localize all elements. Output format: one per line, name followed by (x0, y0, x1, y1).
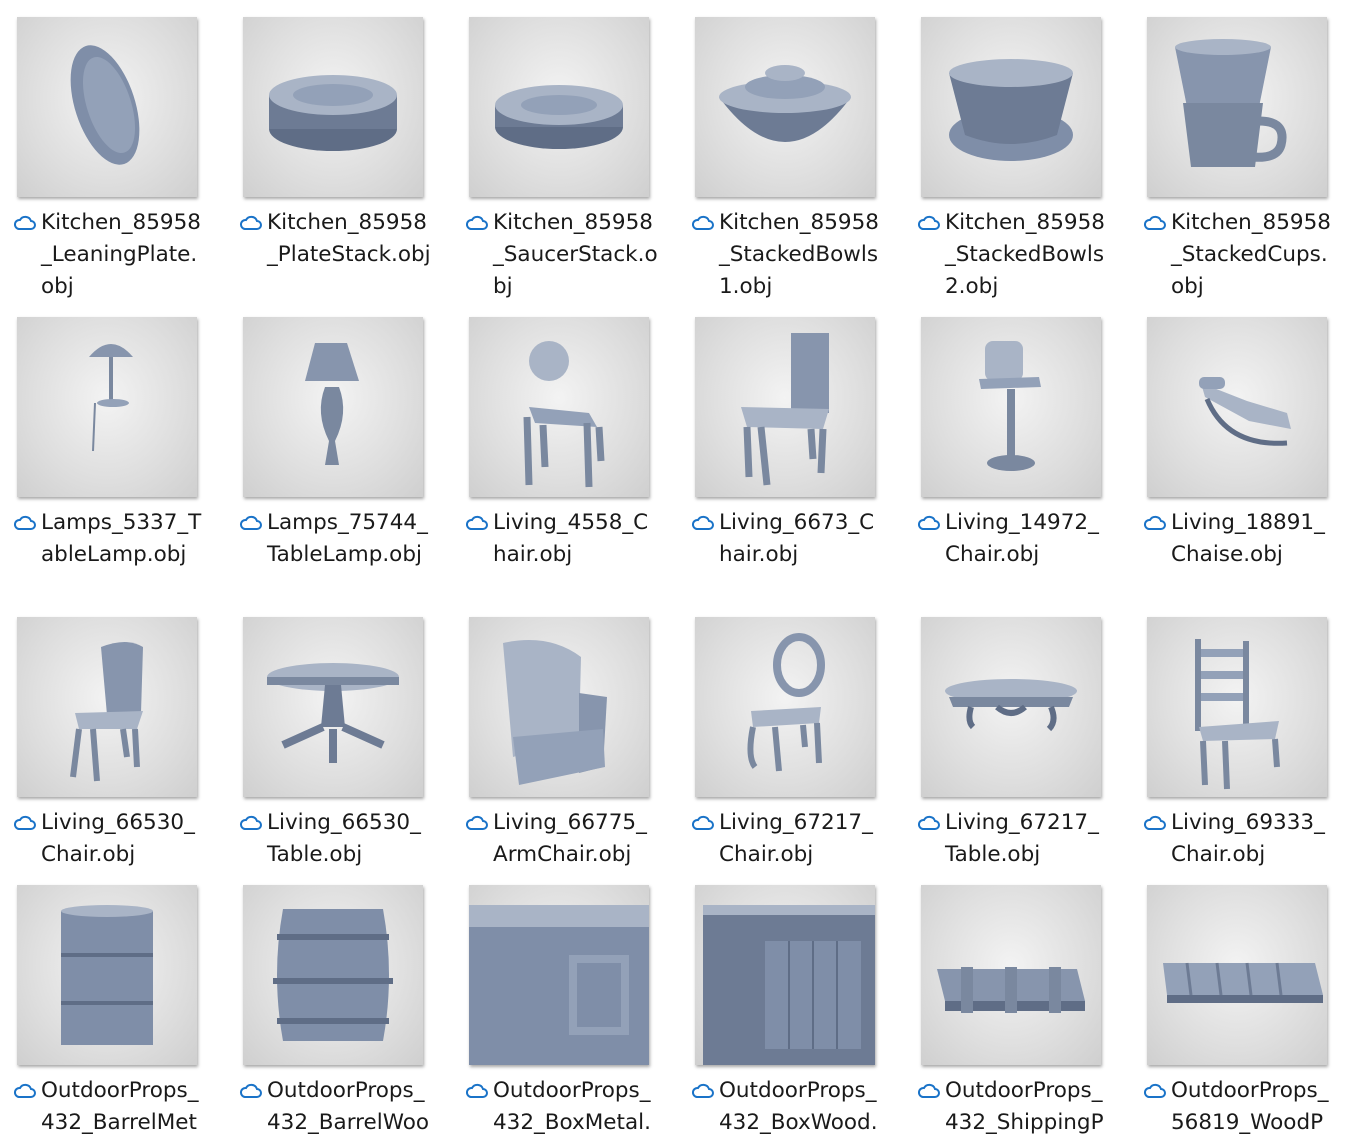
cloud-icon (1143, 1083, 1166, 1098)
thumbnail-balloon-chair (695, 617, 875, 797)
cloud-icon (13, 515, 36, 530)
cloud-icon (239, 515, 262, 530)
file-name: Living_67217_Table.obj (945, 810, 1099, 867)
cloud-icon (13, 215, 36, 230)
cloud-icon (917, 215, 940, 230)
file-name: Living_18891_Chaise.obj (1171, 510, 1325, 567)
cloud-icon (13, 815, 36, 830)
thumbnail-chair (469, 317, 649, 497)
thumbnail-armchair (469, 617, 649, 797)
thumbnail-box-wood (695, 885, 875, 1065)
file-name: OutdoorProps_56819_WoodP (1171, 1078, 1329, 1135)
thumbnail-round-table (243, 617, 423, 797)
file-name: Kitchen_85958_LeaningPlate.obj (41, 210, 201, 299)
file-name: OutdoorProps_432_BoxMetal. (493, 1078, 651, 1135)
thumbnail-bar-stool (921, 317, 1101, 497)
thumbnail-ladder-chair (1147, 617, 1327, 797)
thumbnail-leaning-plate (17, 17, 197, 197)
cloud-icon (465, 215, 488, 230)
file-name: Living_14972_Chair.obj (945, 510, 1099, 567)
file-name: OutdoorProps_432_ShippingP (945, 1078, 1104, 1135)
cloud-icon (239, 815, 262, 830)
file-name: Living_66530_Table.obj (267, 810, 421, 867)
file-name: Kitchen_85958_SaucerStack.obj (493, 210, 658, 299)
thumbnail-chaise (1147, 317, 1327, 497)
cloud-icon (465, 815, 488, 830)
cloud-icon (917, 515, 940, 530)
cloud-icon (1143, 515, 1166, 530)
file-name: Kitchen_85958_PlateStack.obj (267, 210, 431, 267)
cloud-icon (239, 1083, 262, 1098)
thumbnail-barrel-metal (17, 885, 197, 1065)
thumbnail-wood-pallet (1147, 885, 1327, 1065)
cloud-icon (691, 215, 714, 230)
file-name: Living_66775_ArmChair.obj (493, 810, 647, 867)
cloud-icon (691, 1083, 714, 1098)
cloud-icon (691, 815, 714, 830)
thumbnail-chair-2 (695, 317, 875, 497)
thumbnail-barrel-wood (243, 885, 423, 1065)
file-name: OutdoorProps_432_BoxWood. (719, 1078, 878, 1135)
thumbnail-box-metal (469, 885, 649, 1065)
file-explorer-grid: { "colors": {"cloud_icon": "#1a73c8", "m… (0, 0, 1350, 1135)
thumbnail-table-lamp (17, 317, 197, 497)
file-name: Lamps_5337_TableLamp.obj (41, 510, 202, 567)
file-name: Living_67217_Chair.obj (719, 810, 873, 867)
file-name: Living_69333_Chair.obj (1171, 810, 1325, 867)
cloud-icon (917, 1083, 940, 1098)
thumbnail-table-lamp-2 (243, 317, 423, 497)
cloud-icon (1143, 815, 1166, 830)
cloud-icon (917, 815, 940, 830)
file-name: OutdoorProps_432_BarrelMet (41, 1078, 199, 1135)
file-name: Living_66530_Chair.obj (41, 810, 195, 867)
file-name: Kitchen_85958_StackedBowls1.obj (719, 210, 879, 299)
cloud-icon (1143, 215, 1166, 230)
cloud-icon (13, 1083, 36, 1098)
cloud-icon (465, 515, 488, 530)
file-name: Living_6673_Chair.obj (719, 510, 875, 567)
thumbnail-windsor-chair (17, 617, 197, 797)
thumbnail-plate-stack (243, 17, 423, 197)
thumbnail-shipping-pallet (921, 885, 1101, 1065)
file-name: Living_4558_Chair.obj (493, 510, 649, 567)
file-name: Kitchen_85958_StackedBowls2.obj (945, 210, 1105, 299)
thumbnail-saucer-stack (469, 17, 649, 197)
cloud-icon (239, 215, 262, 230)
file-name: Kitchen_85958_StackedCups.obj (1171, 210, 1331, 299)
thumbnail-stacked-bowls-1 (695, 17, 875, 197)
cloud-icon (691, 515, 714, 530)
thumbnail-coffee-table (921, 617, 1101, 797)
thumbnail-stacked-cups (1147, 17, 1327, 197)
cloud-icon (465, 1083, 488, 1098)
file-name: Lamps_75744_TableLamp.obj (267, 510, 428, 567)
thumbnail-stacked-bowls-2 (921, 17, 1101, 197)
file-name: OutdoorProps_432_BarrelWoo (267, 1078, 430, 1135)
